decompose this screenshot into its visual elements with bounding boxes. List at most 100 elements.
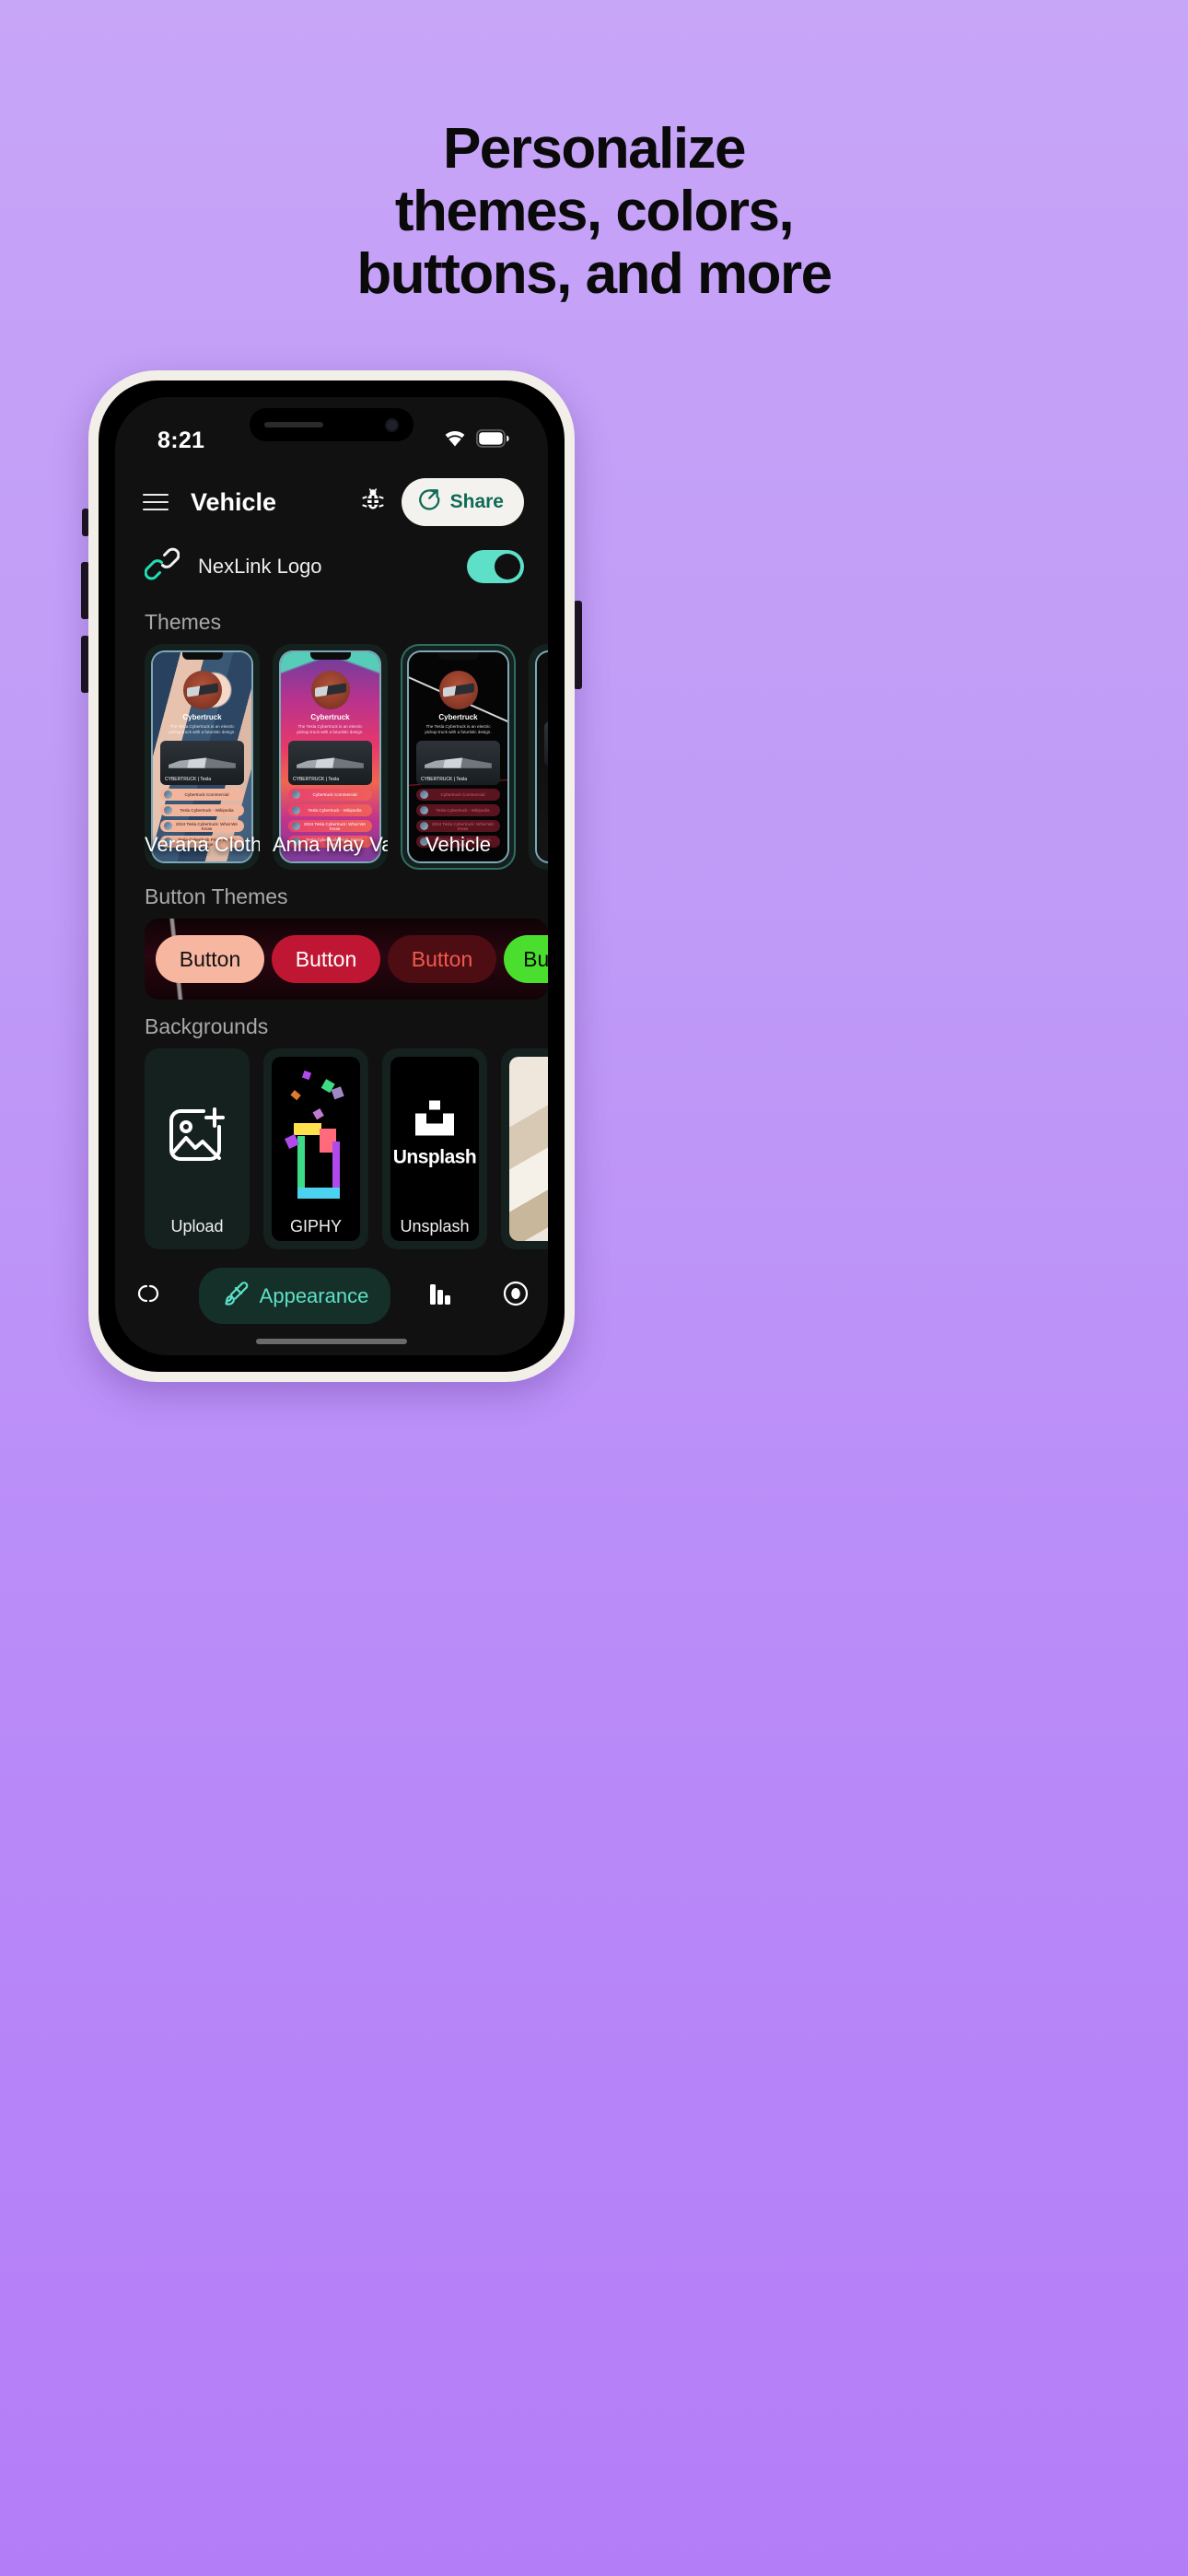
unsplash-wordmark: Unsplash xyxy=(392,1146,477,1168)
link-text: Cybertruck Commercial xyxy=(312,792,357,797)
theme-preview-hero-caption: CYBERTRUCK | Tesla xyxy=(421,777,468,782)
button-theme-chip[interactable]: Button xyxy=(272,935,380,983)
app-header: Vehicle Share xyxy=(115,467,548,539)
theme-preview-hero-caption: CYBERTRUCK | Tesla xyxy=(293,777,340,782)
background-thumbnail xyxy=(272,1057,360,1241)
cybertruck-illustration xyxy=(297,757,364,768)
bug-icon[interactable] xyxy=(361,487,385,518)
link-avatar-icon xyxy=(420,806,428,814)
theme-preview-phone: Cybertruck The Tesla Cybertruck is an el… xyxy=(407,650,509,863)
nav-item-links[interactable] xyxy=(122,1269,175,1323)
theme-preview-link: Cybertruck Commercial xyxy=(160,789,244,801)
theme-preview-link: 2024 Tesla Cybertruck: What We Know xyxy=(288,820,372,832)
link-avatar-icon xyxy=(420,790,428,799)
link-text: 2024 Tesla Cybertruck: What We Know xyxy=(176,821,238,831)
theme-preview-link: Cybertruck Commercial xyxy=(416,789,500,801)
theme-card-label: Vehicle xyxy=(425,833,491,856)
background-card[interactable]: Upload xyxy=(145,1048,250,1249)
nexlink-label: NexLink Logo xyxy=(198,554,322,578)
brush-icon xyxy=(221,1279,250,1313)
background-card[interactable]: P xyxy=(501,1048,548,1249)
link-text: Tesla Cybertruck - Wikipedia xyxy=(308,808,362,813)
theme-card[interactable] xyxy=(529,644,548,870)
background-thumbnail xyxy=(509,1057,548,1241)
giphy-icon xyxy=(285,1070,344,1199)
status-bar: 8:21 xyxy=(115,397,548,467)
theme-preview-name: Cybertruck xyxy=(438,713,478,721)
link-avatar-icon xyxy=(164,806,172,814)
theme-preview-avatar xyxy=(438,671,478,709)
theme-preview-hero: CYBERTRUCK | Tesla xyxy=(288,741,372,785)
phone-mockup: 8:21 Vehicle Share NexLink Logo Themes C… xyxy=(81,370,582,1382)
bar-chart-icon xyxy=(425,1280,455,1312)
theme-preview-notch xyxy=(309,652,351,660)
image-plus-icon xyxy=(167,1107,227,1168)
status-icons xyxy=(442,428,509,452)
theme-preview-link: Cybertruck Commercial xyxy=(288,789,372,801)
earpiece-speaker xyxy=(264,422,323,427)
unsplash-icon xyxy=(415,1100,454,1136)
theme-card[interactable]: Cybertruck The Tesla Cybertruck is an el… xyxy=(401,644,516,870)
background-card-label: P xyxy=(501,1217,549,1236)
theme-preview-phone xyxy=(535,650,548,863)
theme-preview-link: Tesla Cybertruck - Wikipedia xyxy=(288,804,372,816)
background-card-label: GIPHY xyxy=(289,1217,342,1235)
home-indicator xyxy=(256,1339,407,1344)
theme-card[interactable]: Cybertruck The Tesla Cybertruck is an el… xyxy=(273,644,388,870)
theme-preview-notch xyxy=(181,652,223,660)
themes-section-title: Themes xyxy=(145,610,222,634)
hamburger-menu-icon[interactable] xyxy=(143,494,169,510)
eye-icon xyxy=(501,1279,530,1313)
backgrounds-carousel[interactable]: Upload GIPHY Unsplash Unsplash xyxy=(115,1048,548,1249)
share-arrow-icon xyxy=(416,486,442,518)
link-avatar-icon xyxy=(420,822,428,830)
theme-card-label: Anna May Va... xyxy=(273,833,388,856)
phone-screen: 8:21 Vehicle Share NexLink Logo Themes C… xyxy=(115,397,548,1355)
theme-card[interactable]: Cybertruck The Tesla Cybertruck is an el… xyxy=(145,644,260,870)
backgrounds-section-title: Backgrounds xyxy=(145,1014,269,1038)
theme-preview-desc: The Tesla Cybertruck is an electric pick… xyxy=(425,724,492,734)
button-theme-chip[interactable]: Button xyxy=(156,935,264,983)
theme-preview-hero-caption: CYBERTRUCK | Tesla xyxy=(165,777,212,782)
theme-card-label: Verana Cloth... xyxy=(145,833,260,856)
background-thumbnail: Unsplash xyxy=(390,1057,479,1241)
theme-preview-phone: Cybertruck The Tesla Cybertruck is an el… xyxy=(279,650,381,863)
theme-preview-hero: CYBERTRUCK | Tesla xyxy=(160,741,244,785)
theme-preview-desc: The Tesla Cybertruck is an electric pick… xyxy=(169,724,236,734)
theme-preview-avatar xyxy=(310,671,350,709)
link-avatar-icon xyxy=(292,822,300,830)
theme-preview-content: Cybertruck The Tesla Cybertruck is an el… xyxy=(153,652,251,861)
power-button[interactable] xyxy=(574,601,582,689)
theme-preview-avatar xyxy=(182,671,222,709)
page-title: Personalize themes, colors, buttons, and… xyxy=(0,118,1188,306)
background-card[interactable]: Unsplash Unsplash xyxy=(382,1048,487,1249)
theme-preview-phone: Cybertruck The Tesla Cybertruck is an el… xyxy=(151,650,253,863)
background-card[interactable]: GIPHY xyxy=(263,1048,368,1249)
status-time: 8:21 xyxy=(157,427,205,453)
link-text: Cybertruck Commercial xyxy=(440,792,485,797)
nexlink-logo-row[interactable]: NexLink Logo xyxy=(115,539,548,595)
theme-preview-link: Tesla Cybertruck - Wikipedia xyxy=(160,804,244,816)
nav-item-preview[interactable] xyxy=(490,1268,542,1324)
theme-preview-hero xyxy=(544,721,548,766)
button-themes-carousel[interactable]: ButtonButtonButtonButto xyxy=(145,919,548,1000)
background-card-label: Upload xyxy=(170,1217,224,1235)
share-label: Share xyxy=(449,491,504,512)
app-title: Vehicle xyxy=(191,487,277,516)
nexlink-toggle[interactable] xyxy=(467,549,524,583)
share-button[interactable]: Share xyxy=(401,478,524,526)
nav-item-analytics[interactable] xyxy=(414,1269,466,1323)
theme-preview-name: Cybertruck xyxy=(310,713,350,721)
button-themes-section-title: Button Themes xyxy=(145,884,288,908)
themes-carousel[interactable]: Cybertruck The Tesla Cybertruck is an el… xyxy=(115,644,548,870)
link-text: Cybertruck Commercial xyxy=(184,792,229,797)
button-theme-chip[interactable]: Button xyxy=(388,935,496,983)
cybertruck-illustration xyxy=(169,757,236,768)
headline-line-1: Personalize xyxy=(442,117,747,181)
toggle-knob xyxy=(495,553,520,580)
nav-item-appearance[interactable]: Appearance xyxy=(198,1268,391,1324)
phone-notch xyxy=(250,408,413,441)
theme-preview-hero: CYBERTRUCK | Tesla xyxy=(416,741,500,785)
front-camera xyxy=(385,417,399,432)
button-theme-chip[interactable]: Butto xyxy=(504,935,548,983)
